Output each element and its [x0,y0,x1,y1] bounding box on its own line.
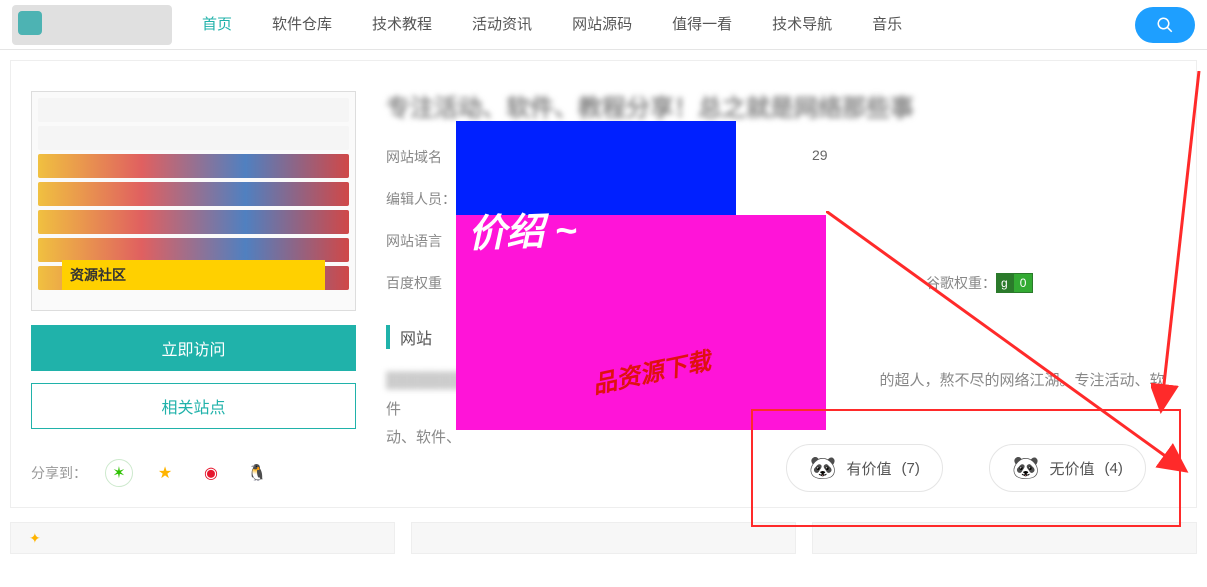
related-sites-button[interactable]: 相关站点 [31,383,356,429]
thumbnail-banner: 资源社区 [62,260,325,290]
bottom-card-left[interactable]: ✦ [10,522,395,554]
right-column: 专注活动、软件、教程分享！总之就是网络那些事 网站域名 29 编辑人员： 管理员… [386,91,1176,487]
meta-editor-label: 编辑人员： [386,189,456,209]
panda-slap-icon: 🐼 [1012,455,1039,481]
nav-source[interactable]: 网站源码 [552,0,652,50]
vote-worthless-button[interactable]: 🐼 无价值 (4) [989,444,1146,492]
vote-worthless-count: (4) [1105,460,1123,477]
search-button[interactable] [1135,7,1195,43]
bottom-card-mid[interactable] [411,522,796,554]
meta-domain-label: 网站域名 [386,147,442,167]
share-qq-icon[interactable]: 🐧 [243,459,271,487]
visit-button[interactable]: 立即访问 [31,325,356,371]
meta-lang-label: 网站语言 [386,231,442,251]
meta-baidu-label: 百度权重 [386,273,442,293]
nav-software[interactable]: 软件仓库 [252,0,352,50]
search-icon [1156,16,1174,34]
vote-valuable-label: 有价值 [847,458,892,479]
vote-box: 🐼 有价值 (7) 🐼 无价值 (4) [751,409,1181,527]
nav-activity[interactable]: 活动资讯 [452,0,552,50]
nav-worth[interactable]: 值得一看 [652,0,752,50]
star-icon: ✦ [29,530,41,547]
meta-google-label: 谷歌权重： [926,273,996,293]
site-thumbnail: 资源社区 [31,91,356,311]
meta-time-suffix: 29 [812,147,828,167]
vote-valuable-button[interactable]: 🐼 有价值 (7) [786,444,943,492]
annotation-text-white: 价绍 ~ [467,199,578,258]
share-wechat-icon[interactable]: ✶ [105,459,133,487]
nav-music[interactable]: 音乐 [852,0,922,50]
share-label: 分享到： [31,463,87,483]
site-logo[interactable] [12,5,172,45]
share-qzone-icon[interactable]: ★ [151,459,179,487]
nav-techindex[interactable]: 技术导航 [752,0,852,50]
vote-worthless-label: 无价值 [1050,458,1095,479]
share-row: 分享到： ✶ ★ ◉ 🐧 [31,459,356,487]
google-pr-badge: g0 [996,273,1033,293]
vote-valuable-count: (7) [902,460,920,477]
nav-home[interactable]: 首页 [182,0,252,50]
main-container: 资源社区 立即访问 相关站点 分享到： ✶ ★ ◉ 🐧 专注活动、软件、教程分享… [10,60,1197,508]
nav-tutorial[interactable]: 技术教程 [352,0,452,50]
main-nav: 首页 软件仓库 技术教程 活动资讯 网站源码 值得一看 技术导航 音乐 [182,0,1135,50]
header-nav: 首页 软件仓库 技术教程 活动资讯 网站源码 值得一看 技术导航 音乐 [0,0,1207,50]
panda-happy-icon: 🐼 [809,455,836,481]
share-weibo-icon[interactable]: ◉ [197,459,225,487]
left-column: 资源社区 立即访问 相关站点 分享到： ✶ ★ ◉ 🐧 [31,91,356,487]
